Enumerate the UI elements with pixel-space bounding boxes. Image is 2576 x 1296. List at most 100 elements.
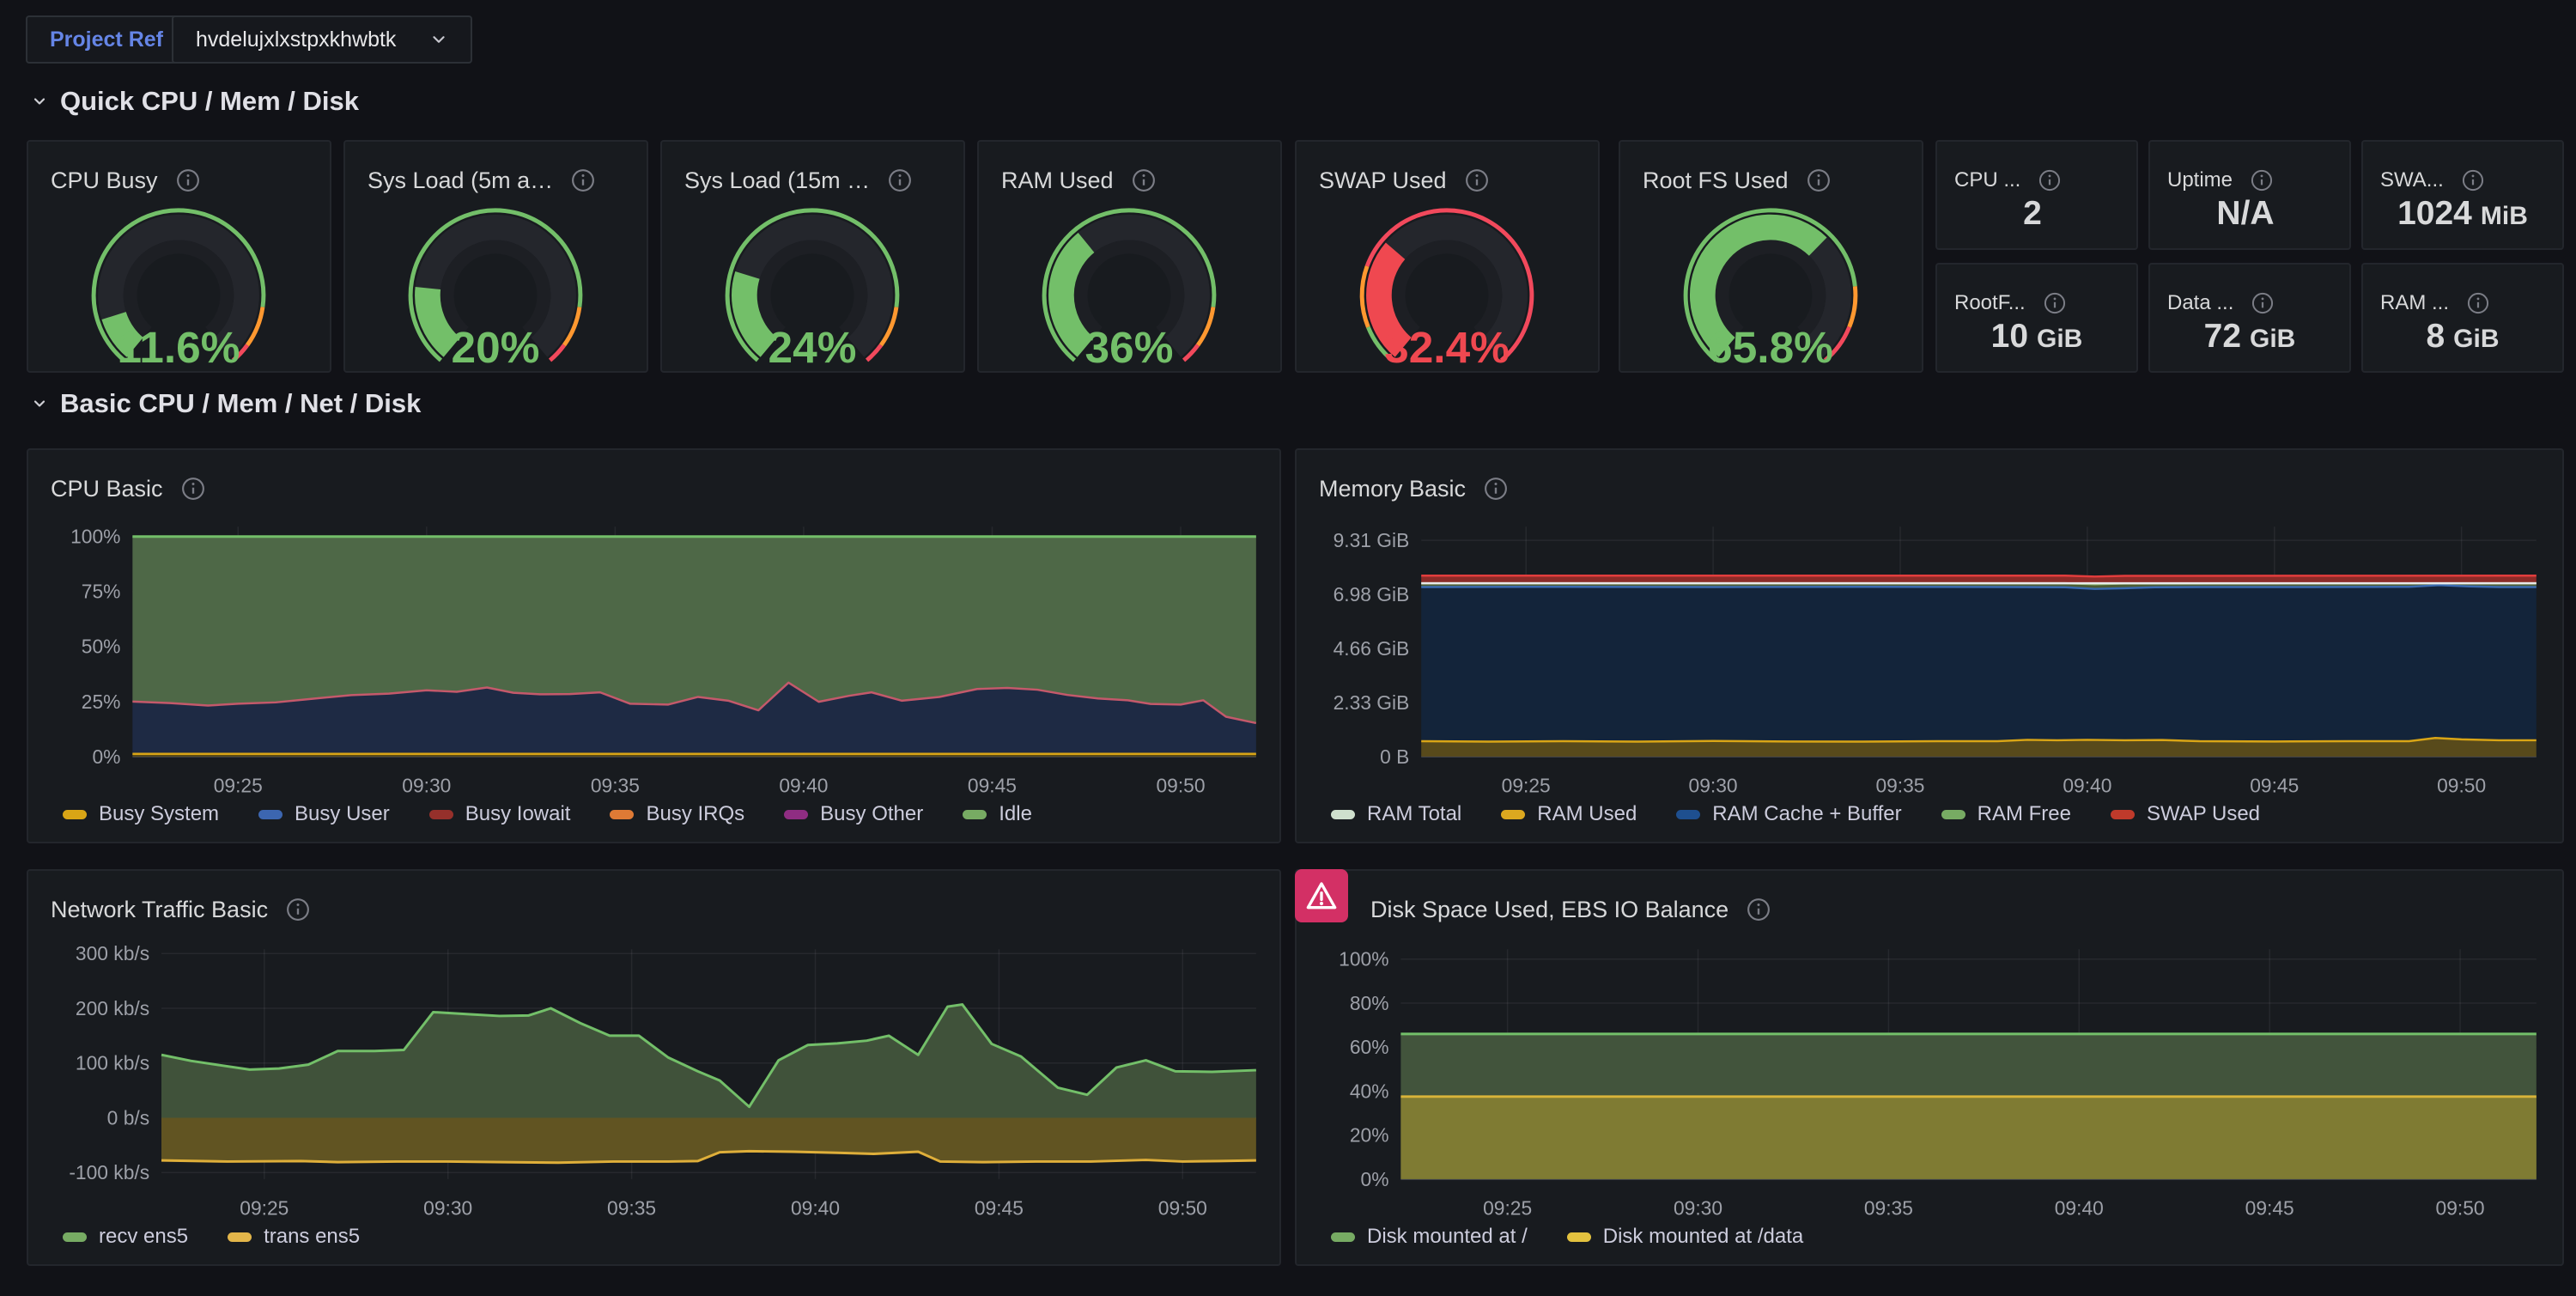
legend-label: Disk mounted at / [1367, 1225, 1528, 1249]
info-icon[interactable] [2038, 168, 2062, 192]
panel-gauge-3: RAM Used 36% [977, 140, 1282, 373]
svg-text:09:35: 09:35 [1864, 1197, 1913, 1220]
chevron-down-icon [429, 30, 448, 49]
svg-text:60%: 60% [1350, 1036, 1389, 1058]
legend-swatch-icon [63, 810, 87, 819]
legend-item[interactable]: RAM Free [1941, 802, 2071, 826]
svg-text:11.6%: 11.6% [118, 322, 240, 372]
legend-swatch-icon [429, 810, 453, 819]
legend-item[interactable]: Busy System [63, 802, 219, 826]
panel-network-traffic-basic: Network Traffic Basic -100 kb/s0 b/s100 … [27, 869, 1281, 1266]
svg-text:09:45: 09:45 [2250, 775, 2299, 797]
info-icon[interactable] [2461, 168, 2485, 192]
legend-label: RAM Used [1537, 802, 1637, 826]
svg-text:32.4%: 32.4% [1384, 322, 1510, 372]
chart-legend: Busy System Busy User Busy Iowait Busy IRQs… [63, 795, 1271, 833]
svg-text:2.33 GiB: 2.33 GiB [1334, 691, 1410, 714]
section-title: Basic CPU / Mem / Net / Disk [60, 388, 421, 419]
network-traffic-chart[interactable]: -100 kb/s0 b/s100 kb/s200 kb/s300 kb/s09… [28, 871, 1279, 1264]
svg-text:0 B: 0 B [1380, 745, 1409, 768]
project-dropdown-value: hvdelujxlxstpxkhwbtk [196, 27, 396, 52]
svg-text:09:25: 09:25 [214, 775, 263, 797]
chevron-down-icon [31, 395, 48, 412]
svg-text:09:50: 09:50 [2436, 1197, 2485, 1220]
cpu-basic-chart[interactable]: 0%25%50%75%100%09:2509:3009:3509:4009:45… [28, 450, 1279, 842]
legend-label: recv ens5 [99, 1225, 188, 1249]
svg-text:09:45: 09:45 [975, 1197, 1024, 1220]
legend-label: Busy Iowait [465, 802, 571, 826]
legend-item[interactable]: Busy IRQs [610, 802, 744, 826]
legend-item[interactable]: RAM Cache + Buffer [1676, 802, 1901, 826]
svg-text:09:50: 09:50 [1158, 1197, 1207, 1220]
legend-item[interactable]: RAM Total [1331, 802, 1461, 826]
gauge-2: 24% [662, 181, 963, 374]
legend-swatch-icon [784, 810, 808, 819]
project-dropdown[interactable]: hvdelujxlxstpxkhwbtk [172, 15, 472, 64]
legend-item[interactable]: Busy Iowait [429, 802, 571, 826]
svg-text:0%: 0% [1361, 1168, 1389, 1190]
info-icon[interactable] [2250, 168, 2274, 192]
legend-label: trans ens5 [264, 1225, 360, 1249]
info-icon[interactable] [2251, 291, 2275, 315]
stat-value: 8GiB [2363, 318, 2562, 356]
legend-label: Busy System [99, 802, 219, 826]
panel-title: Data ... [2167, 291, 2233, 315]
legend-item[interactable]: SWAP Used [2111, 802, 2260, 826]
svg-text:0 b/s: 0 b/s [107, 1106, 149, 1129]
project-ref-label[interactable]: Project Ref [26, 15, 187, 64]
legend-label: SWAP Used [2147, 802, 2260, 826]
svg-text:09:25: 09:25 [240, 1197, 289, 1220]
svg-text:200 kb/s: 200 kb/s [76, 997, 149, 1019]
info-icon[interactable] [2043, 291, 2067, 315]
section-title: Quick CPU / Mem / Disk [60, 86, 359, 117]
legend-label: Busy User [295, 802, 390, 826]
panel-stat-3: RootF... 10GiB [1935, 263, 2138, 373]
legend-item[interactable]: RAM Used [1501, 802, 1637, 826]
svg-text:09:40: 09:40 [2063, 775, 2111, 797]
legend-swatch-icon [2111, 810, 2135, 819]
legend-item[interactable]: Busy User [258, 802, 390, 826]
section-quick-cpu-mem-disk[interactable]: Quick CPU / Mem / Disk [31, 86, 359, 117]
panel-stat-5: RAM ... 8GiB [2361, 263, 2564, 373]
legend-item[interactable]: Disk mounted at /data [1567, 1225, 1803, 1249]
legend-label: RAM Cache + Buffer [1712, 802, 1901, 826]
legend-item[interactable]: trans ens5 [228, 1225, 360, 1249]
legend-item[interactable]: recv ens5 [63, 1225, 188, 1249]
legend-item[interactable]: Disk mounted at / [1331, 1225, 1528, 1249]
svg-text:75%: 75% [82, 581, 121, 603]
top-bar: Project Ref hvdelujxlxstpxkhwbtk [0, 0, 2576, 79]
disk-space-chart[interactable]: 0%20%40%60%80%100%09:2509:3009:3509:4009… [1297, 871, 2562, 1264]
svg-text:09:40: 09:40 [2055, 1197, 2104, 1220]
svg-text:09:50: 09:50 [1156, 775, 1205, 797]
svg-text:9.31 GiB: 9.31 GiB [1334, 529, 1410, 551]
svg-text:09:45: 09:45 [2245, 1197, 2294, 1220]
legend-swatch-icon [1331, 810, 1355, 819]
legend-item[interactable]: Idle [963, 802, 1032, 826]
svg-text:50%: 50% [82, 636, 121, 658]
svg-text:-100 kb/s: -100 kb/s [69, 1161, 149, 1183]
svg-text:09:30: 09:30 [1674, 1197, 1722, 1220]
svg-text:40%: 40% [1350, 1080, 1389, 1102]
panel-title: SWA... [2380, 168, 2444, 192]
svg-text:100 kb/s: 100 kb/s [76, 1052, 149, 1074]
legend-label: Busy Other [820, 802, 923, 826]
panel-gauge-4: SWAP Used 32.4% [1295, 140, 1600, 373]
panel-title: RootF... [1954, 291, 2026, 315]
gauge-0: 11.6% [28, 181, 330, 374]
svg-text:09:25: 09:25 [1483, 1197, 1532, 1220]
chart-legend: recv ens5 trans ens5 [63, 1218, 1271, 1256]
panel-gauge-0: CPU Busy 11.6% [27, 140, 331, 373]
gauge-5: 65.8% [1620, 181, 1922, 374]
memory-basic-chart[interactable]: 0 B2.33 GiB4.66 GiB6.98 GiB9.31 GiB09:25… [1297, 450, 2562, 842]
legend-swatch-icon [1567, 1232, 1591, 1242]
legend-item[interactable]: Busy Other [784, 802, 923, 826]
svg-text:09:30: 09:30 [1689, 775, 1738, 797]
gauge-3: 36% [979, 181, 1280, 374]
section-basic-cpu-mem-net-disk[interactable]: Basic CPU / Mem / Net / Disk [31, 388, 421, 419]
info-icon[interactable] [2466, 291, 2490, 315]
svg-text:09:35: 09:35 [1875, 775, 1924, 797]
panel-gauge-5: Root FS Used 65.8% [1619, 140, 1923, 373]
svg-text:09:35: 09:35 [607, 1197, 656, 1220]
svg-text:09:30: 09:30 [423, 1197, 472, 1220]
gauge-1: 20% [345, 181, 647, 374]
